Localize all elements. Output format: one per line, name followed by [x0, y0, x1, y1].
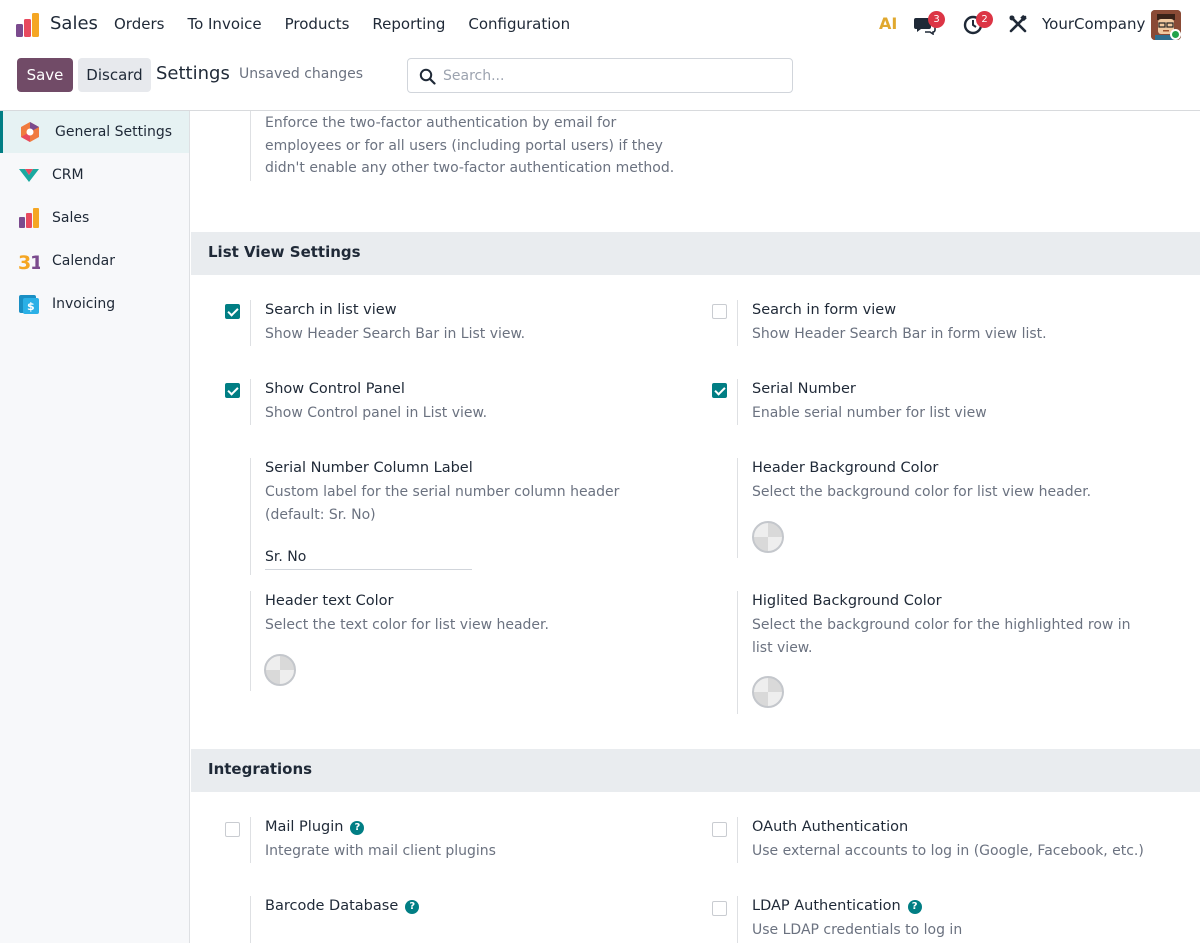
sidebar-item-label: General Settings — [55, 124, 173, 140]
ldap-authentication-label: LDAP Authentication — [752, 898, 901, 914]
search-in-form-view-title: Search in form view — [752, 302, 897, 318]
search-in-list-view-desc: Show Header Search Bar in List view. — [265, 326, 526, 342]
menu-reporting[interactable]: Reporting — [372, 15, 445, 33]
two-factor-description: Enforce the two-factor authentication by… — [265, 115, 675, 176]
sidebar-item-calendar[interactable]: 3 1 Calendar — [0, 240, 189, 282]
discard-button[interactable]: Discard — [78, 58, 151, 92]
highlighted-background-color-desc: Select the background color for the high… — [752, 617, 1131, 656]
menu-configuration[interactable]: Configuration — [468, 15, 570, 33]
section-title: Integrations — [208, 760, 313, 778]
barcode-database-title: Barcode Database? — [265, 898, 420, 914]
setting-divider — [737, 817, 738, 863]
serial-number-column-label-desc: Custom label for the serial number colum… — [265, 484, 620, 523]
mail-plugin-label: Mail Plugin — [265, 819, 344, 835]
ldap-authentication-title: LDAP Authentication? — [752, 898, 922, 914]
search-in-list-view-title: Search in list view — [265, 302, 397, 318]
mail-plugin-desc: Integrate with mail client plugins — [265, 843, 496, 859]
show-control-panel-title: Show Control Panel — [265, 381, 405, 397]
sidebar-item-general-settings[interactable]: General Settings — [0, 111, 189, 153]
mail-plugin-title: Mail Plugin? — [265, 819, 365, 835]
calendar-icon: 3 1 — [18, 252, 40, 272]
page-title: Settings — [156, 63, 230, 84]
mail-plugin-checkbox[interactable] — [225, 822, 240, 837]
svg-text:$: $ — [27, 300, 35, 313]
setting-divider — [250, 111, 251, 181]
setting-divider — [737, 591, 738, 714]
ldap-authentication-desc: Use LDAP credentials to log in — [752, 922, 963, 938]
setting-divider — [737, 896, 738, 943]
menu-to-invoice[interactable]: To Invoice — [187, 15, 261, 33]
header-background-color-title: Header Background Color — [752, 460, 939, 476]
serial-number-desc: Enable serial number for list view — [752, 405, 987, 421]
show-control-panel-desc: Show Control panel in List view. — [265, 405, 488, 421]
sidebar-item-crm[interactable]: CRM — [0, 154, 189, 196]
setting-divider — [737, 458, 738, 558]
sales-app-icon[interactable] — [15, 12, 41, 38]
barcode-database-label: Barcode Database — [265, 898, 399, 914]
sidebar-item-sales[interactable]: Sales — [0, 197, 189, 239]
setting-divider — [737, 300, 738, 346]
serial-number-column-label-title: Serial Number Column Label — [265, 460, 473, 476]
setting-divider — [250, 817, 251, 863]
serial-number-title: Serial Number — [752, 381, 856, 397]
save-button[interactable]: Save — [17, 58, 73, 92]
search-in-list-view-checkbox[interactable] — [225, 304, 240, 319]
app-name[interactable]: Sales — [50, 13, 98, 34]
highlighted-background-color-picker[interactable] — [752, 676, 784, 708]
show-control-panel-checkbox[interactable] — [225, 383, 240, 398]
serial-number-column-label-input[interactable] — [265, 545, 472, 570]
serial-number-checkbox[interactable] — [712, 383, 727, 398]
settings-content: Enforce the two-factor authentication by… — [191, 111, 1200, 943]
menu-products[interactable]: Products — [285, 15, 350, 33]
sidebar-item-label: Calendar — [52, 253, 115, 269]
sidebar-item-invoicing[interactable]: $ Invoicing — [0, 283, 189, 325]
search-in-form-view-checkbox[interactable] — [712, 304, 727, 319]
debug-tools-icon[interactable] — [1008, 14, 1028, 34]
top-navbar: Sales Orders To Invoice Products Reporti… — [0, 0, 1200, 48]
setting-divider — [250, 379, 251, 425]
header-text-color-title: Header text Color — [265, 593, 394, 609]
search-field[interactable] — [407, 58, 793, 93]
svg-text:1: 1 — [30, 252, 40, 272]
help-icon[interactable]: ? — [350, 821, 365, 835]
sidebar-item-label: Sales — [52, 210, 90, 226]
crm-icon — [19, 169, 39, 182]
search-input[interactable] — [443, 65, 783, 87]
company-switcher[interactable]: YourCompany — [1042, 15, 1145, 33]
general-settings-icon — [21, 122, 39, 142]
invoicing-icon: $ — [19, 295, 39, 314]
setting-divider — [250, 458, 251, 575]
header-background-color-desc: Select the background color for list vie… — [752, 484, 1092, 500]
setting-divider — [250, 896, 251, 943]
sidebar-item-label: CRM — [52, 167, 84, 183]
settings-sidebar: General Settings CRM Sales 3 1 Calendar … — [0, 111, 190, 943]
header-text-color-desc: Select the text color for list view head… — [265, 617, 549, 633]
oauth-authentication-desc: Use external accounts to log in (Google,… — [752, 843, 1144, 859]
section-title: List View Settings — [208, 243, 361, 261]
highlighted-background-color-title: Higlited Background Color — [752, 593, 942, 609]
ai-icon[interactable]: AI — [879, 14, 901, 34]
menu-orders[interactable]: Orders — [114, 15, 164, 33]
integrations-header: Integrations — [191, 749, 1200, 792]
sales-icon — [19, 208, 39, 228]
header-text-color-picker[interactable] — [264, 654, 296, 686]
help-icon[interactable]: ? — [907, 900, 922, 914]
sidebar-item-label: Invoicing — [52, 296, 116, 312]
search-in-form-view-desc: Show Header Search Bar in form view list… — [752, 326, 1047, 342]
list-view-settings-header: List View Settings — [191, 232, 1200, 275]
main-menu: Orders To Invoice Products Reporting Con… — [114, 15, 593, 33]
search-icon — [419, 68, 436, 85]
ldap-authentication-checkbox[interactable] — [712, 901, 727, 916]
messages-badge: 3 — [928, 11, 945, 28]
header-background-color-picker[interactable] — [752, 521, 784, 553]
unsaved-changes-indicator: Unsaved changes — [239, 66, 364, 82]
help-icon[interactable]: ? — [405, 900, 420, 914]
setting-divider — [737, 379, 738, 425]
oauth-authentication-checkbox[interactable] — [712, 822, 727, 837]
online-status-indicator — [1170, 29, 1181, 40]
oauth-authentication-title: OAuth Authentication — [752, 819, 909, 835]
activities-badge: 2 — [976, 11, 993, 28]
setting-divider — [250, 591, 251, 691]
setting-divider — [250, 300, 251, 346]
